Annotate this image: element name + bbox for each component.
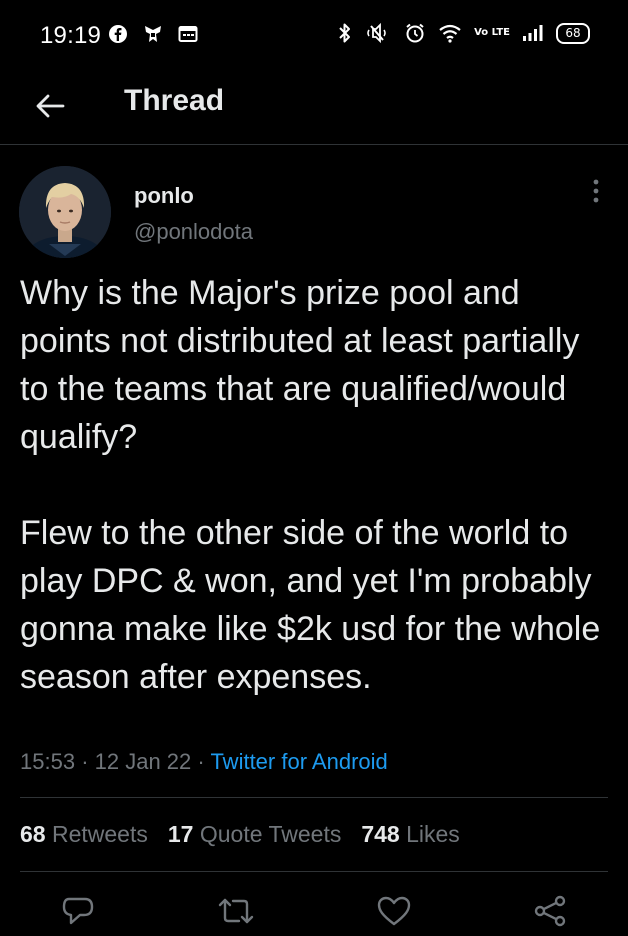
likes-count: 748 <box>361 821 400 847</box>
calendar-icon <box>178 25 198 43</box>
tweet-stats: 68 Retweets 17 Quote Tweets 748 Likes <box>20 821 460 848</box>
quotes-count: 17 <box>167 821 194 847</box>
volte-label: Vo LTE <box>474 27 510 38</box>
more-options-button[interactable] <box>584 177 608 209</box>
quotes-label: Quote Tweets <box>199 821 342 847</box>
status-bar: 19:19 Vo LTE 68 <box>0 0 628 72</box>
retweets-count: 68 <box>20 821 46 847</box>
tweet-time: 15:53 <box>20 749 76 774</box>
facebook-icon <box>108 24 128 44</box>
retweet-icon <box>217 896 255 931</box>
signal-icon <box>522 24 544 42</box>
arrow-left-icon <box>35 93 65 124</box>
reply-button[interactable] <box>56 893 100 933</box>
tweet-meta: 15:53 · 12 Jan 22 · Twitter for Android <box>20 749 388 775</box>
alarm-icon <box>404 22 426 44</box>
status-time: 19:19 <box>40 22 102 49</box>
wifi-icon <box>438 23 462 43</box>
retweet-button[interactable] <box>214 893 258 933</box>
mute-icon <box>364 22 392 44</box>
quote-tweets-stat[interactable]: 17 Quote Tweets <box>168 821 341 848</box>
share-button[interactable] <box>528 893 572 933</box>
share-icon <box>532 895 568 932</box>
meta-separator: · <box>197 749 205 774</box>
meta-separator: · <box>81 749 89 774</box>
heart-icon <box>376 895 412 932</box>
team-logo-icon <box>142 24 164 44</box>
tweet-text: Why is the Major's prize pool and points… <box>20 274 601 696</box>
avatar[interactable] <box>19 166 111 258</box>
retweets-label: Retweets <box>51 821 148 847</box>
status-notification-icons <box>108 24 198 44</box>
more-vertical-icon <box>593 179 599 208</box>
like-button[interactable] <box>372 893 416 933</box>
author-handle[interactable]: @ponlodota <box>134 219 253 245</box>
status-system-icons: Vo LTE 68 <box>338 22 590 44</box>
back-button[interactable] <box>26 84 74 132</box>
page-title: Thread <box>124 84 225 117</box>
author-name[interactable]: ponlo <box>134 183 194 209</box>
tweet-actions <box>0 893 628 933</box>
tweet-client-link[interactable]: Twitter for Android <box>210 749 387 774</box>
tweet-date: 12 Jan 22 <box>94 749 192 774</box>
likes-label: Likes <box>406 821 460 847</box>
divider <box>20 871 608 872</box>
battery-indicator: 68 <box>556 22 590 44</box>
reply-icon <box>61 895 95 932</box>
bluetooth-icon <box>338 22 352 44</box>
divider <box>20 797 608 798</box>
retweets-stat[interactable]: 68 Retweets <box>20 821 148 848</box>
likes-stat[interactable]: 748 Likes <box>361 821 459 848</box>
top-app-bar: Thread <box>0 72 628 145</box>
